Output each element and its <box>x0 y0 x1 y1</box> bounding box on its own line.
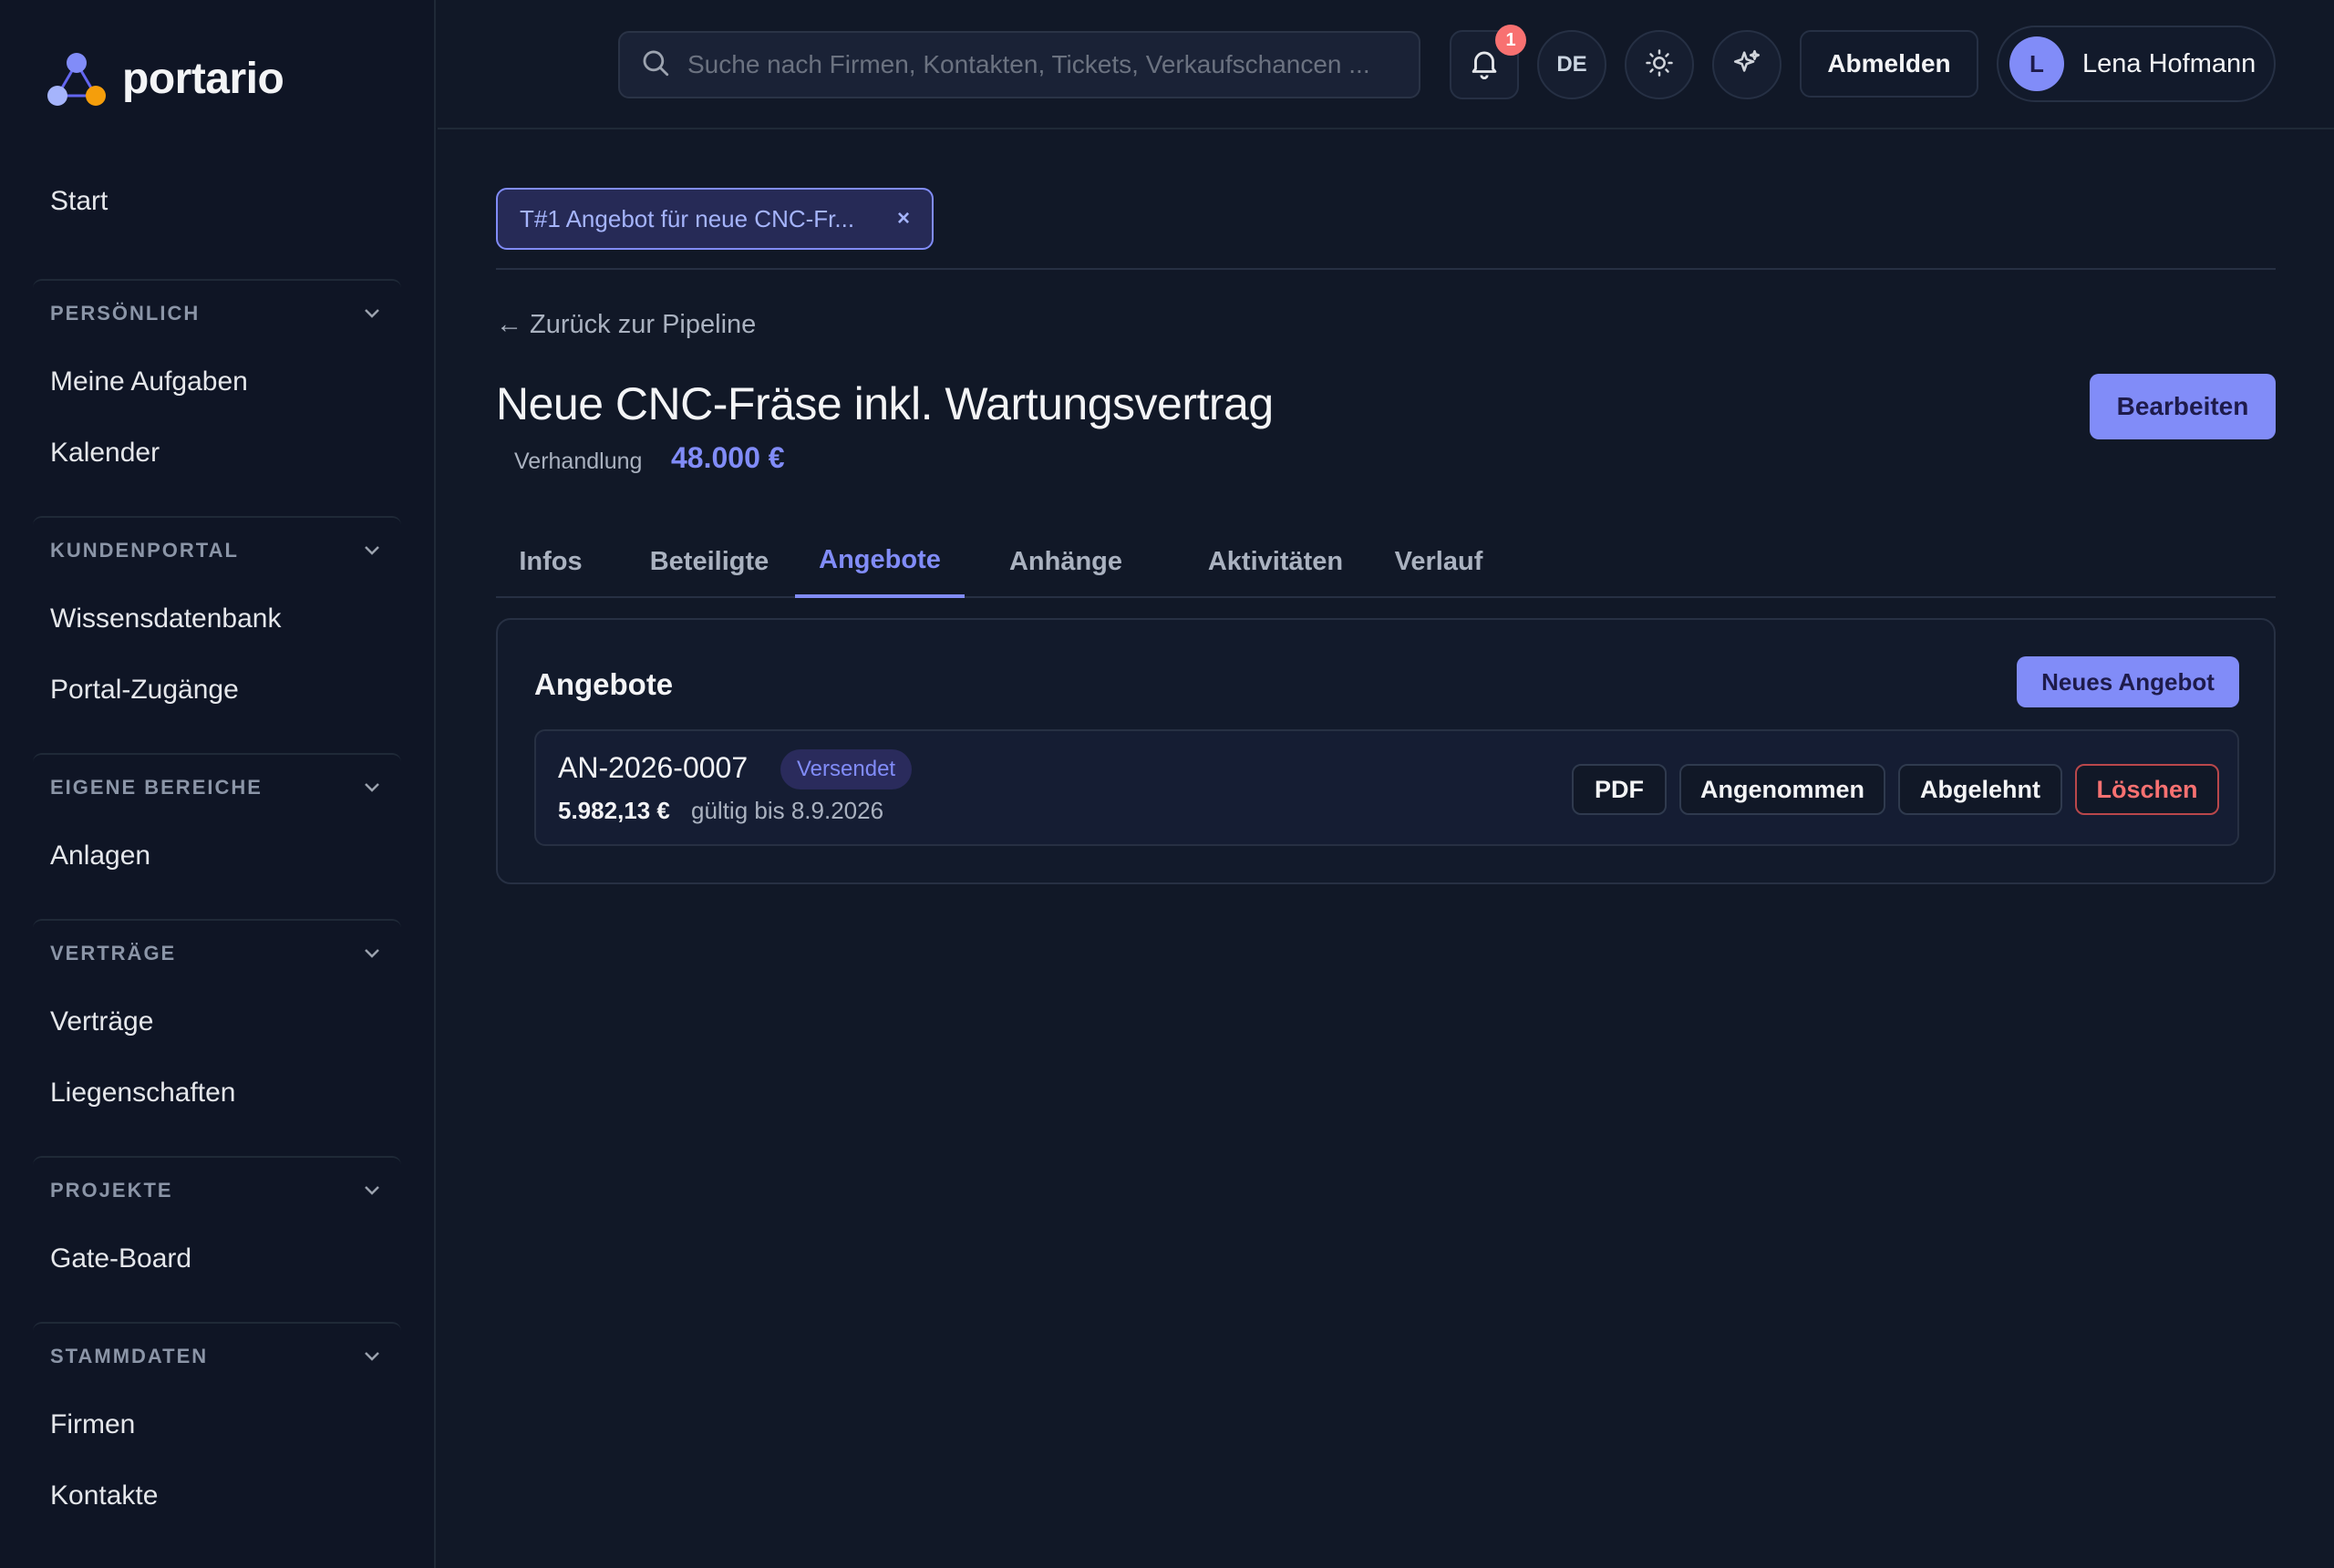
avatar: L <box>2009 36 2064 91</box>
chevron-down-icon <box>361 943 383 965</box>
sidebar-item-start[interactable]: Start <box>50 186 108 217</box>
nav-group-customer-portal: KUNDENPORTAL Wissensdatenbank Portal-Zug… <box>33 516 401 726</box>
group-header-projects[interactable]: PROJEKTE <box>33 1158 401 1223</box>
language-button[interactable]: DE <box>1537 30 1606 99</box>
nav-group-personal: PERSÖNLICH Meine Aufgaben Kalender <box>33 279 401 489</box>
tab-participants[interactable]: Beteiligte <box>624 525 795 598</box>
group-title: EIGENE BEREICHE <box>50 776 263 799</box>
sidebar-item-portal-access[interactable]: Portal-Zugänge <box>33 655 401 726</box>
ai-assistant-button[interactable] <box>1712 30 1781 99</box>
list-item[interactable]: AN-2026-0007 Versendet 5.982,13 € gültig… <box>534 729 2239 846</box>
edit-button[interactable]: Bearbeiten <box>2090 374 2276 439</box>
search-bar[interactable] <box>618 31 1420 98</box>
chevron-down-icon <box>361 303 383 325</box>
group-title: VERTRÄGE <box>50 942 177 965</box>
bell-icon <box>1467 46 1502 85</box>
chevron-down-icon <box>361 540 383 562</box>
search-icon <box>640 47 671 83</box>
nav-group-contracts: VERTRÄGE Verträge Liegenschaften <box>33 919 401 1129</box>
tab-bar: Infos Beteiligte Angebote Anhänge Aktivi… <box>496 525 2276 598</box>
group-header-contracts[interactable]: VERTRÄGE <box>33 921 401 986</box>
offer-sum: 5.982,13 € <box>558 797 670 824</box>
user-menu[interactable]: L Lena Hofmann <box>1997 26 2276 102</box>
new-offer-button[interactable]: Neues Angebot <box>2017 656 2239 707</box>
status-badge: Versendet <box>780 749 913 789</box>
tab-attachments[interactable]: Anhänge <box>979 525 1152 598</box>
deal-amount: 48.000 € <box>671 441 785 474</box>
delete-button[interactable]: Löschen <box>2075 764 2219 815</box>
panel-title: Angebote <box>534 667 674 701</box>
sidebar-item-assets[interactable]: Anlagen <box>33 820 401 892</box>
sparkle-icon <box>1731 47 1762 83</box>
nav-group-master-data: STAMMDATEN Firmen Kontakte <box>33 1322 401 1532</box>
tab-offers[interactable]: Angebote <box>795 525 965 598</box>
sidebar-item-knowledge-base[interactable]: Wissensdatenbank <box>33 583 401 655</box>
group-title: STAMMDATEN <box>50 1345 209 1367</box>
group-title: PROJEKTE <box>50 1179 173 1202</box>
nav-group-projects: PROJEKTE Gate-Board <box>33 1156 401 1295</box>
user-name: Lena Hofmann <box>2082 48 2257 78</box>
group-header-customer-portal[interactable]: KUNDENPORTAL <box>33 518 401 583</box>
theme-toggle-button[interactable] <box>1625 30 1694 99</box>
sidebar-item-contacts[interactable]: Kontakte <box>33 1460 401 1532</box>
tab-infos[interactable]: Infos <box>496 525 605 598</box>
sidebar-item-properties[interactable]: Liegenschaften <box>33 1057 401 1129</box>
group-header-personal[interactable]: PERSÖNLICH <box>33 281 401 346</box>
sun-icon <box>1644 47 1675 83</box>
deal-stage: Verhandlung <box>514 449 643 474</box>
nav-group-custom-areas: EIGENE BEREICHE Anlagen <box>33 753 401 892</box>
offer-valid-until: gültig bis 8.9.2026 <box>691 797 884 824</box>
rejected-button[interactable]: Abgelehnt <box>1898 764 2062 815</box>
notifications-button[interactable]: 1 <box>1450 25 1526 99</box>
sidebar-item-calendar[interactable]: Kalender <box>33 418 401 489</box>
brand-name: portario <box>122 54 284 103</box>
group-title: PERSÖNLICH <box>50 302 201 325</box>
sidebar-item-gate-board[interactable]: Gate-Board <box>33 1223 401 1295</box>
search-input[interactable] <box>687 50 1419 79</box>
group-header-custom-areas[interactable]: EIGENE BEREICHE <box>33 755 401 820</box>
sidebar-item-companies[interactable]: Firmen <box>33 1389 401 1460</box>
divider <box>496 268 2276 270</box>
brand-logo[interactable]: portario <box>46 49 284 108</box>
back-to-pipeline-link[interactable]: ← Zurück zur Pipeline <box>496 310 756 340</box>
chevron-down-icon <box>361 1180 383 1202</box>
tab-history[interactable]: Verlauf <box>1353 525 1524 598</box>
ticket-tab-label: T#1 Angebot für neue CNC-Fr... <box>520 204 855 232</box>
accepted-button[interactable]: Angenommen <box>1679 764 1885 815</box>
chevron-down-icon <box>361 1346 383 1367</box>
pdf-button[interactable]: PDF <box>1572 764 1667 815</box>
offer-number: AN-2026-0007 <box>558 751 749 784</box>
sidebar: portario Start PERSÖNLICH Meine Aufgaben… <box>0 0 436 1568</box>
topbar: 1 DE Abmelden L Lena Hofmann <box>438 0 2334 129</box>
chevron-down-icon <box>361 777 383 799</box>
group-title: KUNDENPORTAL <box>50 539 239 562</box>
notification-badge: 1 <box>1495 25 1526 56</box>
page-title: Neue CNC-Fräse inkl. Wartungsvertrag <box>496 378 1274 429</box>
open-ticket-tab[interactable]: T#1 Angebot für neue CNC-Fr... × <box>496 188 934 250</box>
group-header-master-data[interactable]: STAMMDATEN <box>33 1324 401 1389</box>
logo-icon <box>46 49 106 108</box>
sidebar-item-contracts[interactable]: Verträge <box>33 986 401 1057</box>
offers-panel: Angebote Neues Angebot AN-2026-0007 Vers… <box>496 618 2276 884</box>
logout-button[interactable]: Abmelden <box>1800 30 1978 98</box>
sidebar-item-my-tasks[interactable]: Meine Aufgaben <box>33 346 401 418</box>
close-icon[interactable]: × <box>897 206 910 232</box>
